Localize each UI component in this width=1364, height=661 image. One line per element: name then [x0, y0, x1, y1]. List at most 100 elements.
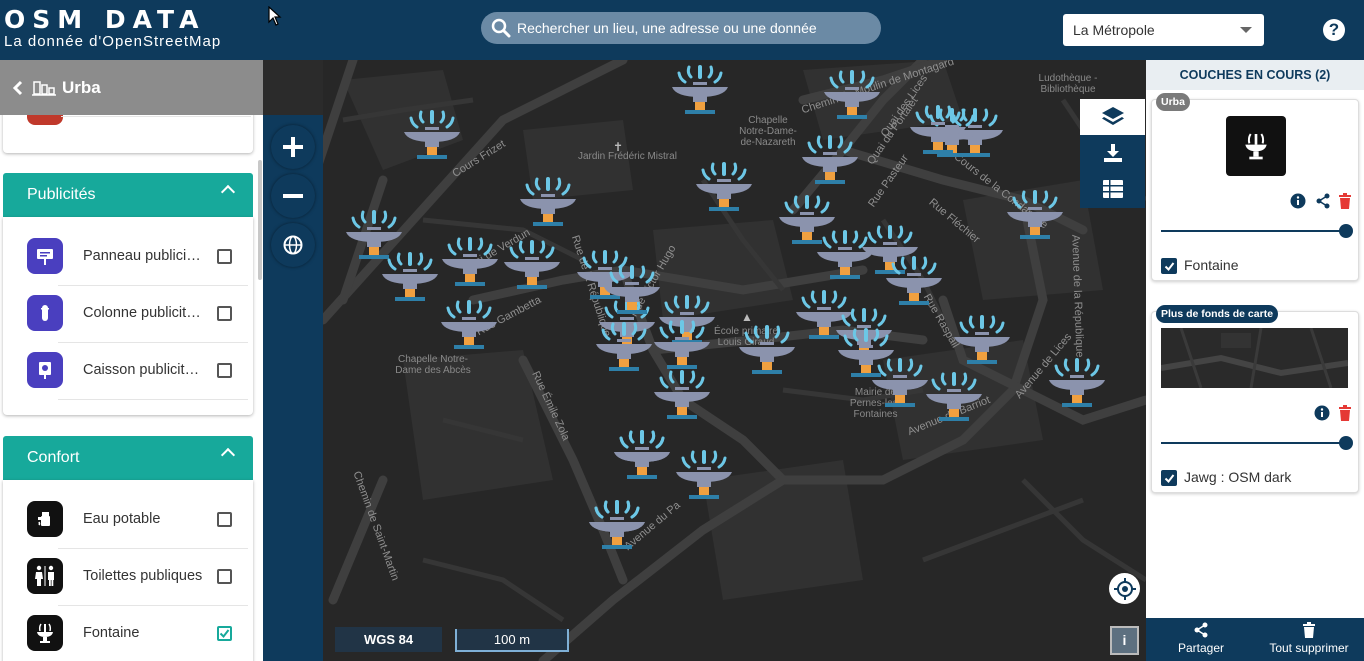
zoom-in-button[interactable]: [271, 125, 315, 169]
item-label: Caisson publicitaire: [83, 362, 203, 378]
fountain-marker[interactable]: [675, 450, 733, 508]
trash-icon: [1303, 622, 1315, 638]
fountain-marker[interactable]: [909, 105, 967, 163]
category-header-publicites[interactable]: Publicités: [3, 173, 253, 217]
opacity-slider[interactable]: [1161, 224, 1353, 238]
share-icon[interactable]: [1315, 193, 1331, 209]
fountain-marker[interactable]: [519, 177, 577, 235]
layer-badge: Plus de fonds de carte: [1156, 305, 1279, 323]
fountain-marker[interactable]: [738, 325, 796, 383]
church-icon: ✝: [613, 140, 624, 154]
globe-button[interactable]: [271, 223, 315, 267]
search-input[interactable]: Rechercher un lieu, une adresse ou une d…: [481, 12, 881, 44]
fountain-marker[interactable]: [671, 65, 729, 123]
layer-name: Jawg : OSM dark: [1184, 469, 1292, 485]
list-item-caisson[interactable]: Caisson publicitaire: [3, 342, 253, 399]
fountain-marker[interactable]: [801, 135, 859, 193]
fountain-marker[interactable]: [1006, 190, 1064, 248]
geolocate-button[interactable]: [1109, 573, 1140, 604]
item-checkbox-checked[interactable]: [217, 626, 232, 641]
plus-icon: [283, 137, 303, 157]
right-panel-footer: Partager Tout supprimer: [1146, 618, 1364, 661]
fountain-marker[interactable]: [603, 265, 661, 323]
fountain-icon: [1226, 116, 1286, 176]
share-label: Partager: [1177, 641, 1225, 655]
fountain-marker[interactable]: [595, 322, 653, 380]
item-label: Fontaine: [83, 625, 140, 641]
fountain-marker[interactable]: [871, 358, 929, 416]
layers-tab[interactable]: [1080, 99, 1145, 135]
place-label: Ludothèque - Bibliothèque: [1038, 73, 1098, 95]
fountain-marker[interactable]: [440, 300, 498, 358]
item-checkbox[interactable]: [217, 306, 232, 321]
top-bar: OSM DATA La donnée d'OpenStreetMap Reche…: [0, 0, 1364, 60]
slider-handle[interactable]: [1339, 436, 1353, 450]
chevron-up-icon: [220, 184, 236, 200]
fountain-marker[interactable]: [953, 315, 1011, 373]
fountain-marker[interactable]: [885, 256, 943, 314]
advertising-column-icon: [27, 295, 63, 331]
place-label: Chapelle Notre-Dame-de-Nazareth: [739, 115, 797, 148]
place-label: Jardin Frédéric Mistral: [578, 151, 677, 162]
back-to-urba-label[interactable]: Urba: [62, 78, 101, 98]
toilets-icon: [27, 558, 63, 594]
layers-icon: [1101, 107, 1124, 125]
item-checkbox[interactable]: [217, 512, 232, 527]
fountain-marker[interactable]: [695, 162, 753, 220]
map-info-button[interactable]: i: [1110, 626, 1139, 655]
table-icon: [1102, 180, 1123, 198]
info-icon[interactable]: [1314, 405, 1330, 421]
fountain-marker[interactable]: [613, 430, 671, 488]
fountain-marker[interactable]: [503, 240, 561, 298]
item-checkbox[interactable]: [217, 363, 232, 378]
fountain-marker[interactable]: [823, 70, 881, 128]
layer-checkbox-checked[interactable]: [1161, 258, 1177, 274]
item-checkbox[interactable]: [217, 569, 232, 584]
globe-icon: [283, 235, 303, 255]
fountain-marker[interactable]: [403, 110, 461, 168]
search-placeholder: Rechercher un lieu, une adresse ou une d…: [517, 20, 817, 36]
zoom-out-button[interactable]: [271, 174, 315, 218]
right-panel: COUCHES EN COURS (2) Urba Fontaine Plus …: [1146, 60, 1364, 661]
advertising-box-icon: [27, 352, 63, 388]
layer-name: Fontaine: [1184, 257, 1239, 273]
map-canvas[interactable]: Jardin Frédéric Mistral Chapelle Notre-D…: [323, 60, 1146, 661]
category-header-confort[interactable]: Confort: [3, 436, 253, 480]
share-button[interactable]: Partager: [1176, 622, 1226, 655]
list-item-colonne[interactable]: Colonne publicitaire: [3, 285, 253, 342]
list-item-eau-potable[interactable]: Eau potable: [3, 491, 253, 548]
fountain-marker[interactable]: [925, 372, 983, 430]
fountain-marker[interactable]: [588, 500, 646, 558]
slider-handle[interactable]: [1339, 224, 1353, 238]
fountain-marker[interactable]: [1048, 358, 1106, 416]
list-item-fontaine[interactable]: Fontaine: [3, 605, 253, 661]
list-item-toilettes[interactable]: Toilettes publiques: [3, 548, 253, 605]
fountain-marker[interactable]: [653, 370, 711, 428]
left-panel-scrollbar[interactable]: [258, 160, 262, 280]
projection-label[interactable]: WGS 84: [335, 627, 442, 652]
list-item-panneau[interactable]: Panneau publicitaire: [3, 228, 253, 285]
fountain-marker[interactable]: [381, 252, 439, 310]
item-checkbox[interactable]: [217, 249, 232, 264]
delete-all-button[interactable]: Tout supprimer: [1264, 622, 1354, 655]
item-label: Eau potable: [83, 511, 161, 527]
chevron-up-icon: [220, 447, 236, 463]
table-tab[interactable]: [1080, 171, 1145, 207]
download-icon: [1103, 144, 1122, 162]
item-label: Colonne publicitaire: [83, 305, 203, 321]
scale-bar: 100 m: [455, 629, 569, 652]
delete-all-label: Tout supprimer: [1269, 641, 1349, 655]
fountain-marker[interactable]: [441, 237, 499, 295]
trash-icon[interactable]: [1338, 193, 1352, 209]
trash-icon[interactable]: [1338, 405, 1352, 421]
download-tab[interactable]: [1080, 135, 1145, 171]
logo-subtitle: La donnée d'OpenStreetMap: [4, 33, 222, 50]
logo[interactable]: OSM DATA La donnée d'OpenStreetMap: [4, 6, 221, 50]
help-button[interactable]: ?: [1323, 19, 1345, 41]
layer-checkbox-checked[interactable]: [1161, 470, 1177, 486]
chevron-left-icon[interactable]: [12, 80, 24, 96]
opacity-slider[interactable]: [1161, 436, 1353, 450]
region-select[interactable]: La Métropole: [1063, 14, 1264, 46]
info-icon[interactable]: [1290, 193, 1306, 209]
left-panel-list: Publicités Panneau publicitaire Colonne …: [0, 95, 263, 661]
